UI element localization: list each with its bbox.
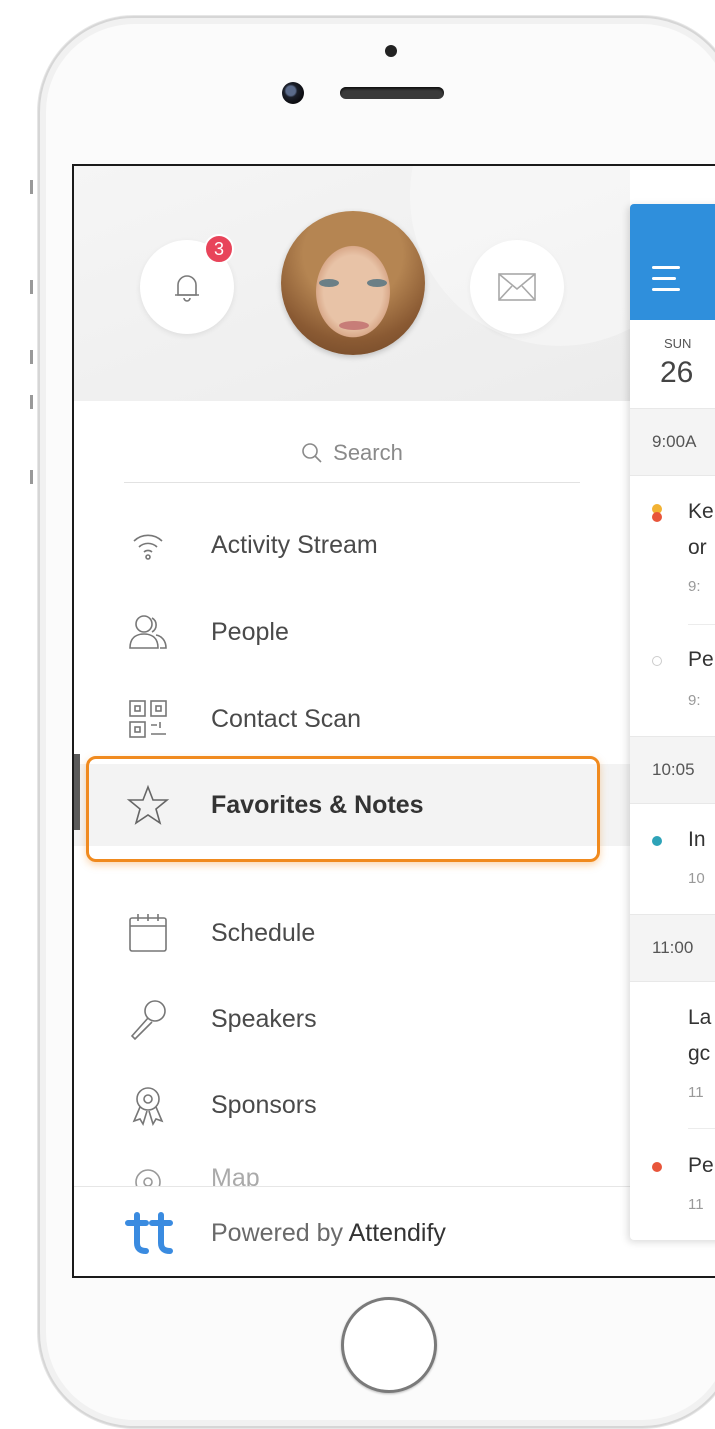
front-camera xyxy=(282,82,304,104)
schedule-event[interactable]: Pe 9: xyxy=(630,626,715,736)
schedule-panel[interactable]: SUN 26 9:00A Ke or 9: Pe 9: 10:05 In 10 … xyxy=(630,204,715,1240)
event-title: In xyxy=(688,828,706,851)
time-band: 10:05 xyxy=(630,736,715,804)
menu-label: People xyxy=(211,617,289,646)
wifi-icon xyxy=(124,521,172,569)
menu-item-sponsors[interactable]: Sponsors xyxy=(74,1064,630,1146)
event-time: 9: xyxy=(688,578,701,595)
time-band: 11:00 xyxy=(630,914,715,982)
event-time: 11 xyxy=(688,1084,704,1101)
award-icon xyxy=(124,1081,172,1129)
menu-item-favorites-notes[interactable]: Favorites & Notes xyxy=(74,764,630,846)
notification-badge: 3 xyxy=(204,234,234,264)
brand-name: Attendify xyxy=(348,1218,446,1247)
event-time: 10 xyxy=(688,870,705,887)
powered-by-text[interactable]: Powered by Attendify xyxy=(211,1219,446,1248)
schedule-header xyxy=(630,204,715,320)
event-time: 11 xyxy=(688,1196,704,1213)
date-label[interactable]: 26 xyxy=(660,356,693,390)
proximity-sensor xyxy=(385,45,397,57)
event-title: La xyxy=(688,1006,712,1029)
event-title: Ke xyxy=(688,500,714,523)
envelope-icon xyxy=(498,273,536,301)
map-pin-icon xyxy=(124,1164,172,1186)
drawer-footer: Powered by Attendify xyxy=(74,1186,630,1276)
menu-item-map[interactable]: Map xyxy=(74,1150,630,1186)
home-button[interactable] xyxy=(341,1297,437,1393)
app-screen: 3 Search Activity Stream People Contact … xyxy=(72,164,715,1278)
avatar[interactable] xyxy=(281,211,425,355)
schedule-event[interactable]: La gc 11 xyxy=(630,982,715,1132)
event-title: or xyxy=(688,536,707,559)
side-marks xyxy=(30,170,36,490)
messages-button[interactable] xyxy=(470,240,564,334)
menu-item-schedule[interactable]: Schedule xyxy=(74,892,630,974)
event-dot xyxy=(652,512,662,522)
search-icon xyxy=(302,443,322,463)
drawer-header: 3 xyxy=(74,166,710,401)
powered-by-label: Powered by xyxy=(211,1218,344,1247)
hamburger-menu-icon[interactable] xyxy=(652,266,680,299)
event-dot xyxy=(652,656,662,666)
day-label: SUN xyxy=(664,336,692,351)
earpiece-speaker xyxy=(340,87,444,99)
qr-code-icon xyxy=(124,695,172,743)
microphone-icon xyxy=(124,995,172,1043)
menu-label: Schedule xyxy=(211,918,316,947)
menu-label: Sponsors xyxy=(211,1090,317,1119)
navigation-drawer: 3 Search Activity Stream People Contact … xyxy=(74,166,710,1276)
menu-item-activity-stream[interactable]: Activity Stream xyxy=(74,504,630,586)
menu-item-people[interactable]: People xyxy=(74,591,630,673)
event-dot xyxy=(652,1162,662,1172)
event-title: gc xyxy=(688,1042,711,1065)
search-placeholder: Search xyxy=(333,440,403,465)
menu-label: Map xyxy=(211,1164,260,1186)
star-icon xyxy=(124,781,172,829)
bell-icon xyxy=(175,275,199,302)
schedule-event[interactable]: Pe 11 xyxy=(630,1132,715,1240)
menu-item-speakers[interactable]: Speakers xyxy=(74,978,630,1060)
event-dot xyxy=(652,836,662,846)
menu-label: Favorites & Notes xyxy=(211,790,424,819)
menu-item-contact-scan[interactable]: Contact Scan xyxy=(74,678,630,760)
menu-label: Speakers xyxy=(211,1004,317,1033)
event-title: Pe xyxy=(688,1154,714,1177)
attendify-logo xyxy=(120,1204,178,1262)
schedule-event[interactable]: In 10 xyxy=(630,804,715,914)
active-indicator xyxy=(74,754,80,830)
calendar-icon xyxy=(124,909,172,957)
event-title: Pe xyxy=(688,648,714,671)
menu-label: Activity Stream xyxy=(211,530,378,559)
search-field[interactable]: Search xyxy=(124,424,580,483)
people-icon xyxy=(124,608,172,656)
schedule-event[interactable]: Ke or 9: xyxy=(630,476,715,626)
time-band: 9:00A xyxy=(630,408,715,476)
menu-label: Contact Scan xyxy=(211,704,362,733)
event-time: 9: xyxy=(688,692,701,709)
